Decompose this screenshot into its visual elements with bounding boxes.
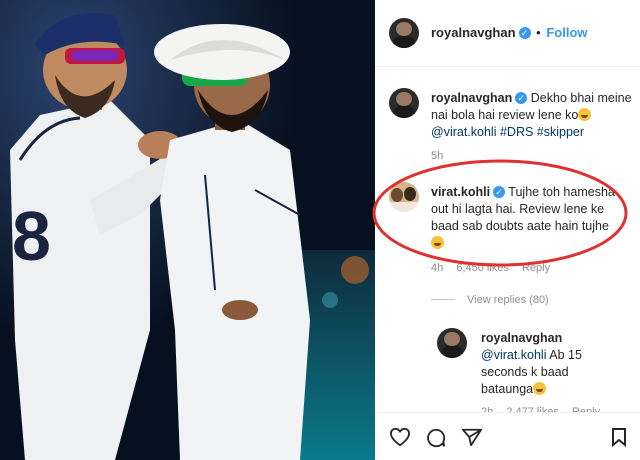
share-icon[interactable] — [461, 427, 483, 452]
comment-text: out hi lagta hai. Review lene ke — [431, 202, 605, 216]
header-separator: • — [536, 25, 541, 40]
comment-time: 4h — [431, 262, 444, 274]
comment-avatar[interactable] — [389, 182, 419, 212]
comment-avatar[interactable] — [437, 328, 467, 358]
comment-text: seconds k baad — [481, 365, 569, 379]
comment-username[interactable]: royalnavghan — [431, 91, 512, 105]
comment-text: Ab 15 — [549, 348, 582, 362]
comment-time: 5h — [431, 150, 444, 162]
post-header: royalnavghan ✓ • Follow — [375, 0, 640, 67]
comment-likes[interactable]: 6,450 likes — [456, 262, 509, 274]
header-avatar[interactable] — [389, 18, 419, 48]
comment-text: Tujhe toh hamesha — [508, 185, 615, 199]
comment-item: virat.kohli ✓ Tujhe toh hamesha out hi la… — [375, 170, 640, 310]
comment-item: royalnavghan ✓ Dekho bhai meine nai bola … — [375, 80, 640, 162]
bookmark-icon[interactable] — [611, 427, 627, 452]
comment-text: nai bola hai review lene ko — [431, 108, 579, 122]
laughing-emoji-icon — [578, 108, 592, 121]
view-replies-line — [431, 299, 455, 300]
comment-username[interactable]: royalnavghan — [481, 331, 562, 345]
post-photo[interactable]: 8 — [0, 0, 375, 460]
comment-item: royalnavghan @virat.kohli Ab 15 seconds … — [375, 322, 640, 418]
mention-link[interactable]: @virat.kohli — [431, 125, 497, 139]
verified-badge-icon: ✓ — [493, 186, 506, 198]
view-replies-label: View replies (80) — [467, 294, 549, 306]
svg-text:8: 8 — [12, 197, 51, 275]
reply-button[interactable]: Reply — [522, 262, 550, 274]
heart-icon[interactable] — [389, 427, 411, 452]
hashtag-link[interactable]: #DRS #skipper — [500, 125, 584, 139]
comment-text: bataunga — [481, 382, 534, 396]
view-replies-button[interactable]: View replies (80) — [431, 294, 549, 306]
verified-badge-icon: ✓ — [518, 27, 531, 39]
comment-username[interactable]: virat.kohli — [431, 185, 490, 199]
follow-button[interactable]: Follow — [546, 25, 587, 40]
header-username[interactable]: royalnavghan — [431, 25, 516, 40]
mention-link[interactable]: @virat.kohli — [481, 348, 547, 362]
comment-text: Dekho bhai meine — [530, 91, 632, 105]
comment-icon[interactable] — [425, 427, 447, 454]
photo-illustration: 8 — [0, 0, 375, 460]
laughing-emoji-icon — [533, 382, 547, 395]
verified-badge-icon: ✓ — [515, 92, 528, 104]
comment-avatar[interactable] — [389, 88, 419, 118]
laughing-emoji-icon — [431, 236, 444, 249]
comment-text: baad sab doubts aate hain tujhe — [431, 219, 609, 233]
post-side-panel: royalnavghan ✓ • Follow royalnavghan ✓ Dek… — [375, 0, 640, 460]
action-bar — [375, 412, 640, 460]
